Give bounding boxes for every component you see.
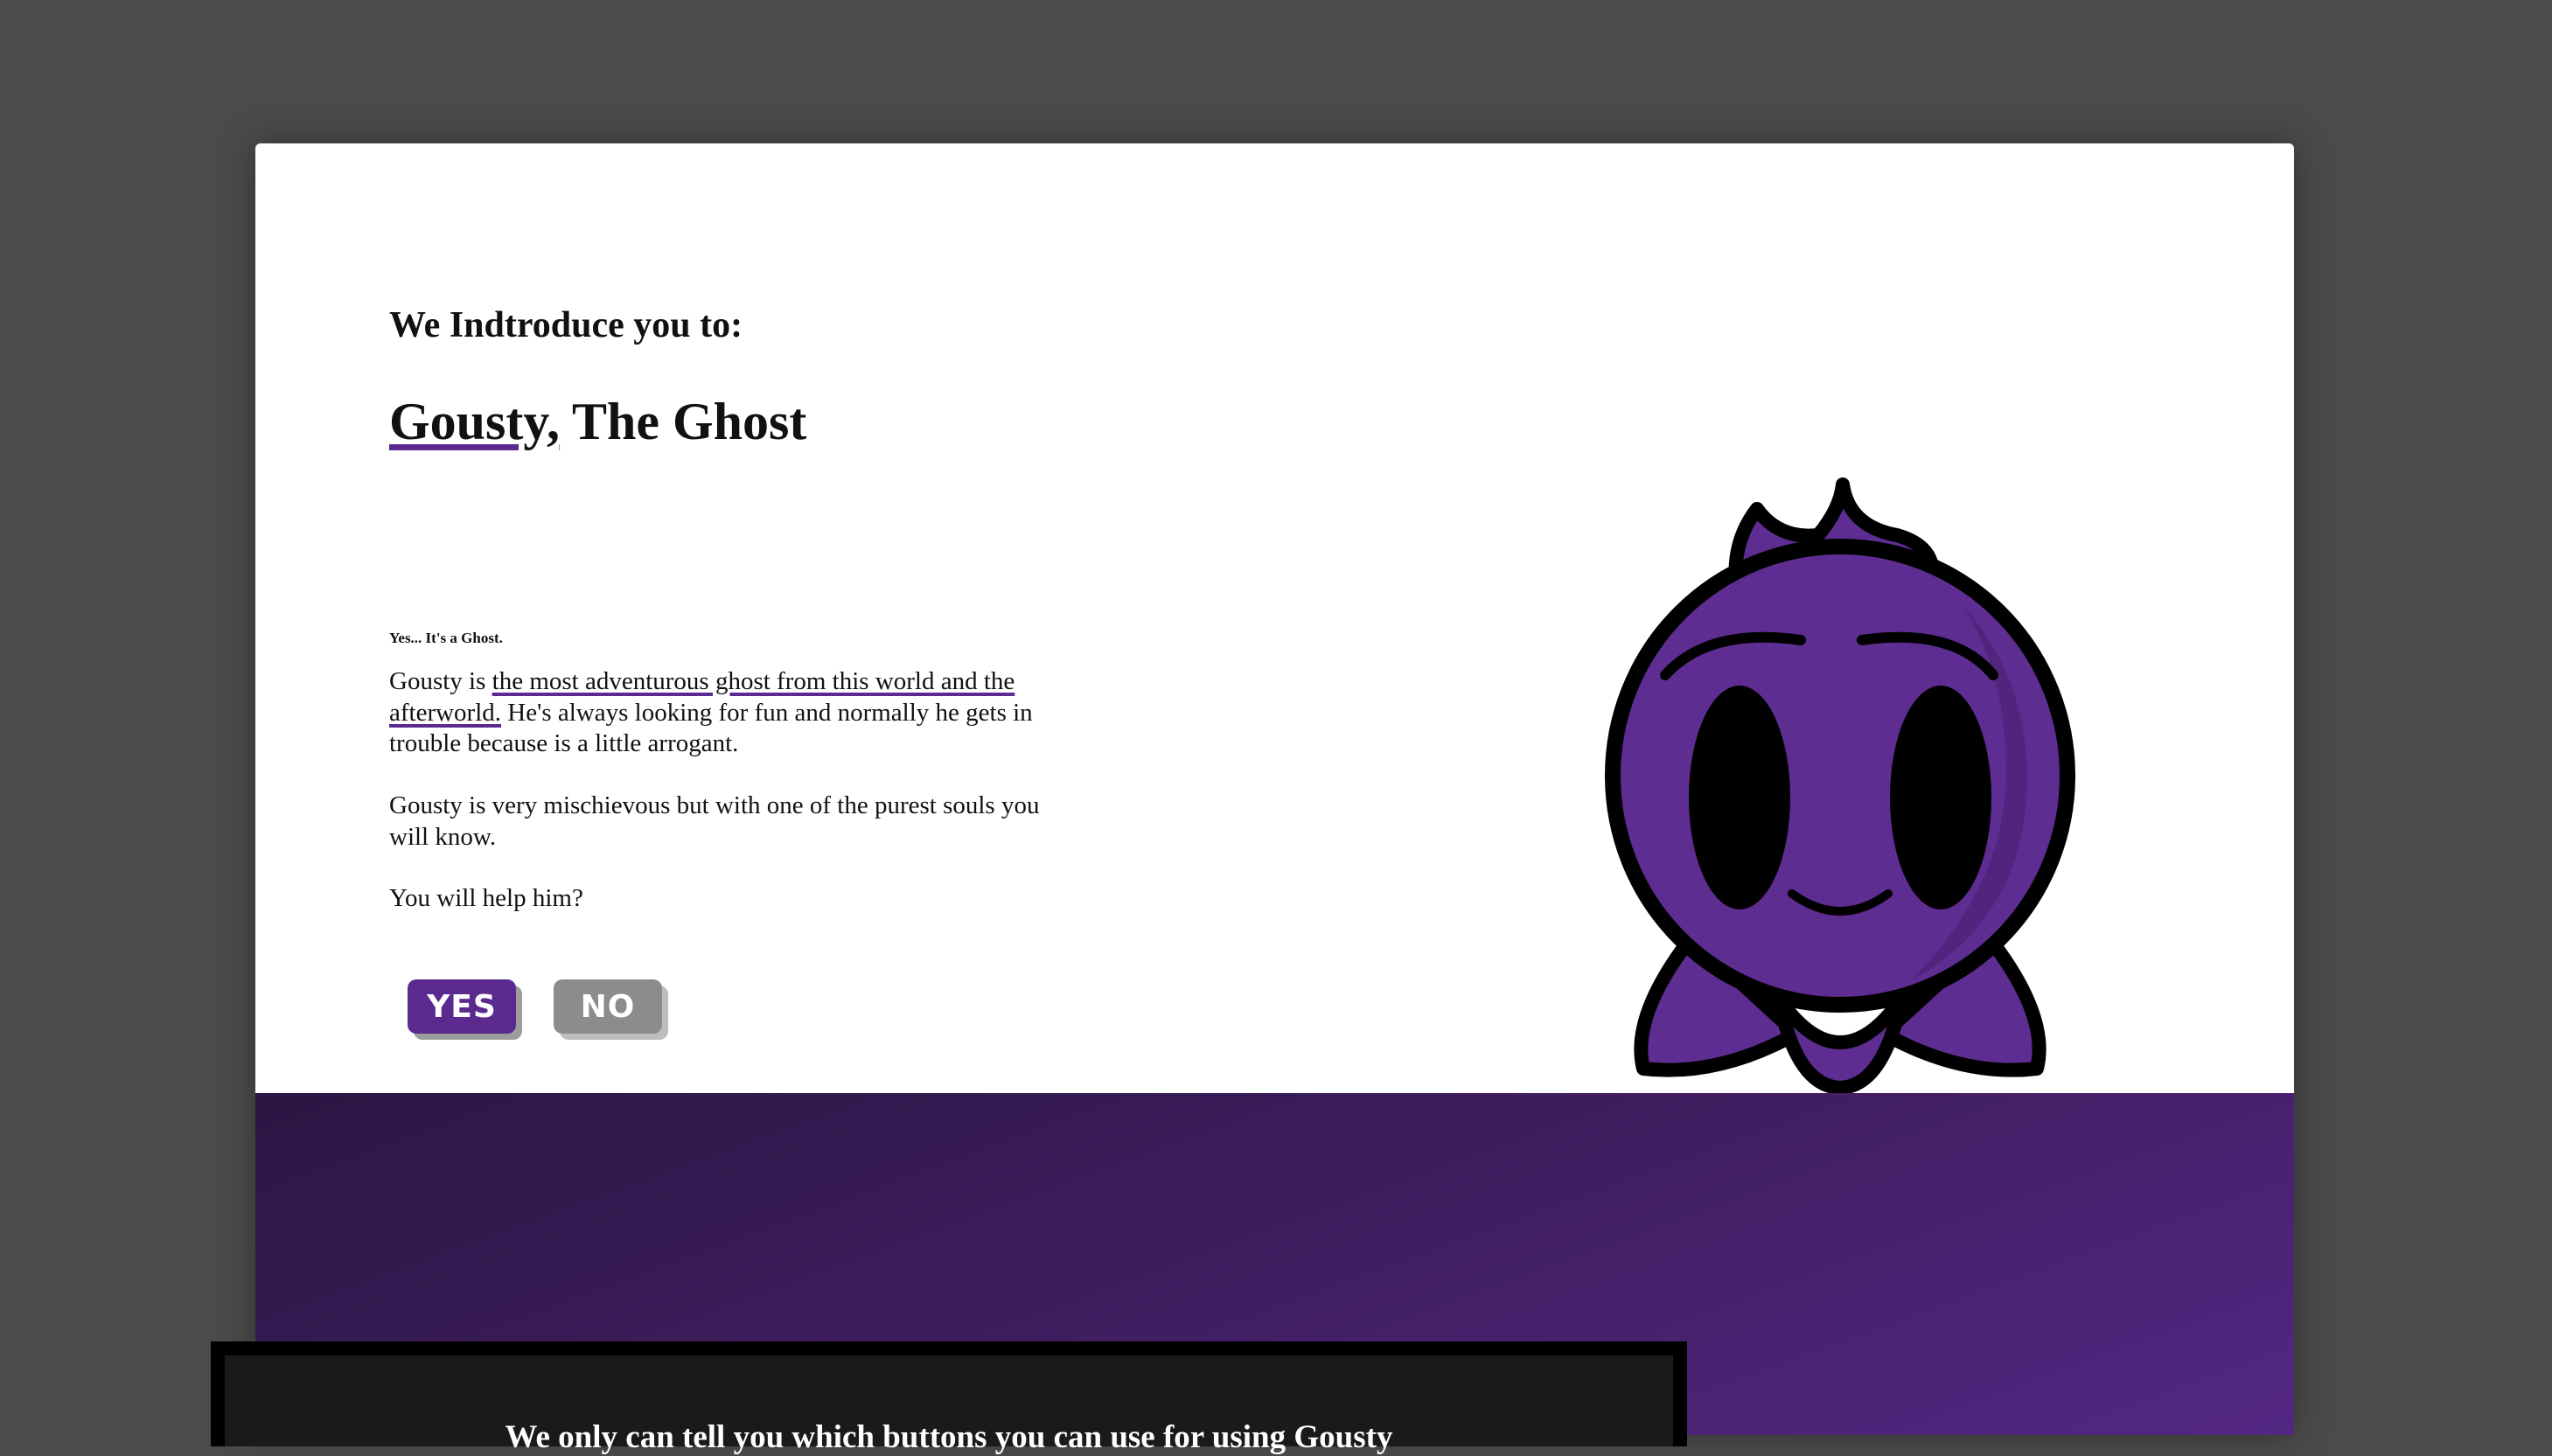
info-box-inner: We only can tell you which buttons you c… [225, 1355, 1673, 1455]
tagline: Yes... It's a Ghost. [389, 630, 503, 646]
ghost-left-eye [1689, 686, 1790, 909]
description-paragraph-1: Gousty is the most adventurous ghost fro… [389, 666, 1071, 760]
description-paragraph-2: Gousty is very mischievous but with one … [389, 791, 1040, 851]
ghost-mascot-icon [1605, 477, 2075, 1095]
ghost-right-eye [1890, 686, 1991, 909]
question-text: You will help him? [389, 884, 583, 912]
yes-button[interactable]: YES [408, 979, 516, 1034]
info-box: We only can tell you which buttons you c… [211, 1341, 1687, 1455]
page-title: Gousty, The Ghost [389, 392, 806, 452]
title-rest: The Ghost [560, 393, 807, 450]
ghost-body [1605, 539, 2075, 1013]
paragraph1-start: Gousty is [389, 667, 492, 695]
intro-heading: We Indtroduce you to: [389, 305, 743, 345]
title-highlight: Gousty, [389, 393, 561, 450]
hero-section: We Indtroduce you to: Gousty, The Ghost … [255, 143, 2294, 1095]
no-button[interactable]: NO [554, 979, 662, 1034]
info-title: We only can tell you which buttons you c… [505, 1419, 1393, 1455]
page-card: We Indtroduce you to: Gousty, The Ghost … [255, 143, 2294, 1435]
